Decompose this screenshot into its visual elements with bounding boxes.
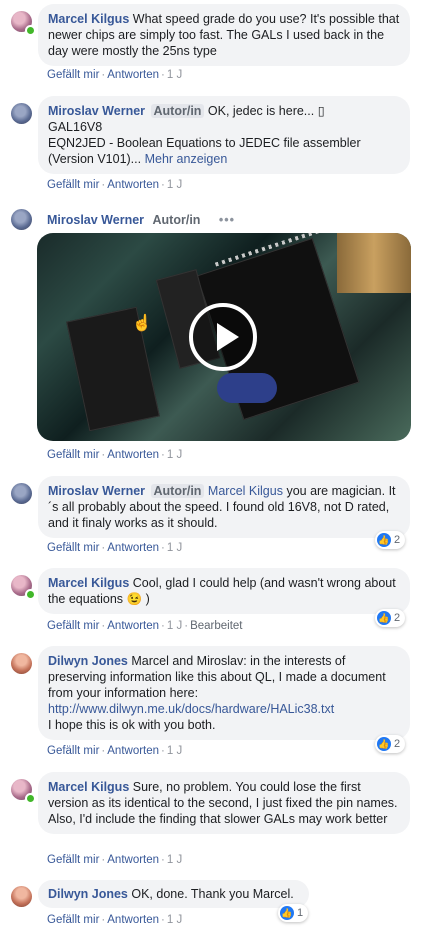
hand-cursor-icon: ☝ (132, 315, 152, 332)
thumbs-up-icon: 👍 (377, 533, 391, 547)
heatsink-image (337, 233, 411, 293)
comment-bubble: Marcel Kilgus Sure, no problem. You coul… (38, 772, 410, 834)
like-link[interactable]: Gefällt mir (47, 854, 99, 866)
like-link[interactable]: Gefällt mir (47, 449, 99, 461)
thumbs-up-icon: 👍 (280, 906, 294, 920)
timestamp[interactable]: 1 J (167, 542, 182, 554)
author-name[interactable]: Miroslav Werner (48, 484, 145, 498)
reply-link[interactable]: Antworten (107, 449, 159, 461)
play-icon[interactable] (189, 303, 257, 371)
reply-link[interactable]: Antworten (107, 69, 159, 81)
comment-text: OK, done. Thank you Marcel. (131, 887, 294, 901)
timestamp[interactable]: 1 J (167, 854, 182, 866)
edited-label: Bearbeitet (190, 620, 243, 632)
more-options-icon[interactable]: ••• (219, 213, 235, 227)
comment-text-line3: EQN2JED - Boolean Equations to JEDEC fil… (48, 136, 361, 150)
comment-text-line1: OK, jedec is here... ▯ (207, 104, 325, 118)
mention-link[interactable]: Marcel Kilgus (208, 484, 283, 498)
avatar-image (11, 886, 32, 907)
reply-link[interactable]: Antworten (107, 854, 159, 866)
wink-emoji-icon: 😉 (126, 592, 143, 606)
comment-bubble: Miroslav Werner Autor/in OK, jedec is he… (38, 96, 410, 174)
author-name[interactable]: Marcel Kilgus (48, 576, 129, 590)
see-more-link[interactable]: Mehr anzeigen (145, 152, 228, 166)
like-link[interactable]: Gefällt mir (47, 179, 99, 191)
author-name[interactable]: Marcel Kilgus (48, 780, 129, 794)
comment-bubble: Dilwyn Jones OK, done. Thank you Marcel. (38, 880, 309, 908)
avatar[interactable] (11, 779, 36, 804)
comment-actions: Gefällt mir · Antworten · 1 J (47, 745, 183, 757)
timestamp[interactable]: 1 J (167, 449, 182, 461)
reaction-count[interactable]: 👍 2 (375, 735, 406, 753)
author-badge: Autor/in (152, 213, 201, 227)
avatar[interactable] (11, 209, 34, 232)
like-link[interactable]: Gefällt mir (47, 745, 99, 757)
comment-actions: Gefällt mir · Antworten · 1 J (47, 914, 183, 926)
reaction-count[interactable]: 👍 2 (375, 531, 406, 549)
reply-link[interactable]: Antworten (107, 179, 159, 191)
comment-actions: Gefällt mir · Antworten · 1 J · Bearbeitet (47, 620, 243, 632)
avatar[interactable] (11, 483, 34, 506)
reply-link[interactable]: Antworten (107, 620, 159, 632)
avatar-image (11, 483, 32, 504)
avatar[interactable] (11, 11, 36, 36)
timestamp[interactable]: 1 J (167, 179, 182, 191)
comment-header: Miroslav Werner Autor/in ••• (47, 212, 235, 228)
reaction-count[interactable]: 👍 1 (278, 904, 309, 922)
comment-text-line4: (Version V101)... (48, 152, 142, 166)
timestamp[interactable]: 1 J (167, 69, 182, 81)
author-name[interactable]: Miroslav Werner (47, 213, 144, 227)
thumbs-up-icon: 👍 (377, 737, 391, 751)
avatar-image (11, 103, 32, 124)
document-link[interactable]: http://www.dilwyn.me.uk/docs/hardware/HA… (48, 702, 334, 716)
comment-bubble: Miroslav Werner Autor/in Marcel Kilgus y… (38, 476, 410, 538)
reaction-number: 2 (394, 612, 401, 624)
comment-actions: Gefällt mir · Antworten · 1 J (47, 449, 183, 461)
author-badge: Autor/in (150, 484, 205, 498)
like-link[interactable]: Gefällt mir (47, 69, 99, 81)
timestamp[interactable]: 1 J (167, 914, 182, 926)
comment-text-2: I hope this is ok with you both. (48, 718, 216, 732)
avatar-image (11, 653, 32, 674)
reaction-number: 2 (394, 738, 401, 750)
comment-actions: Gefällt mir · Antworten · 1 J (47, 69, 183, 81)
comment-bubble: Marcel Kilgus Cool, glad I could help (a… (38, 568, 410, 614)
online-indicator-icon (25, 25, 36, 36)
comment-actions: Gefällt mir · Antworten · 1 J (47, 542, 183, 554)
avatar-image (11, 209, 32, 230)
comment-text-end: ) (145, 592, 150, 606)
comment-actions: Gefällt mir · Antworten · 1 J (47, 179, 183, 191)
author-name[interactable]: Miroslav Werner (48, 104, 145, 118)
like-link[interactable]: Gefällt mir (47, 620, 99, 632)
avatar[interactable] (11, 886, 34, 909)
timestamp[interactable]: 1 J (167, 745, 182, 757)
author-name[interactable]: Dilwyn Jones (48, 654, 128, 668)
online-indicator-icon (25, 793, 36, 804)
reaction-number: 1 (297, 907, 304, 919)
author-name[interactable]: Dilwyn Jones (48, 887, 128, 901)
thumbs-up-icon: 👍 (377, 611, 391, 625)
capacitor-image (217, 373, 277, 403)
avatar[interactable] (11, 103, 34, 126)
comment-bubble: Marcel Kilgus What speed grade do you us… (38, 4, 410, 66)
comment-bubble: Dilwyn Jones Marcel and Miroslav: in the… (38, 646, 410, 740)
avatar[interactable] (11, 653, 34, 676)
comment-actions: Gefällt mir · Antworten · 1 J (47, 854, 183, 866)
video-player[interactable] (37, 233, 411, 441)
author-name[interactable]: Marcel Kilgus (48, 12, 129, 26)
reaction-count[interactable]: 👍 2 (375, 609, 406, 627)
online-indicator-icon (25, 589, 36, 600)
author-badge: Autor/in (150, 104, 205, 118)
reply-link[interactable]: Antworten (107, 914, 159, 926)
reaction-number: 2 (394, 534, 401, 546)
comment-text-line2: GAL16V8 (48, 120, 103, 134)
reply-link[interactable]: Antworten (107, 745, 159, 757)
avatar[interactable] (11, 575, 36, 600)
reply-link[interactable]: Antworten (107, 542, 159, 554)
timestamp[interactable]: 1 J (167, 620, 182, 632)
like-link[interactable]: Gefällt mir (47, 542, 99, 554)
like-link[interactable]: Gefällt mir (47, 914, 99, 926)
